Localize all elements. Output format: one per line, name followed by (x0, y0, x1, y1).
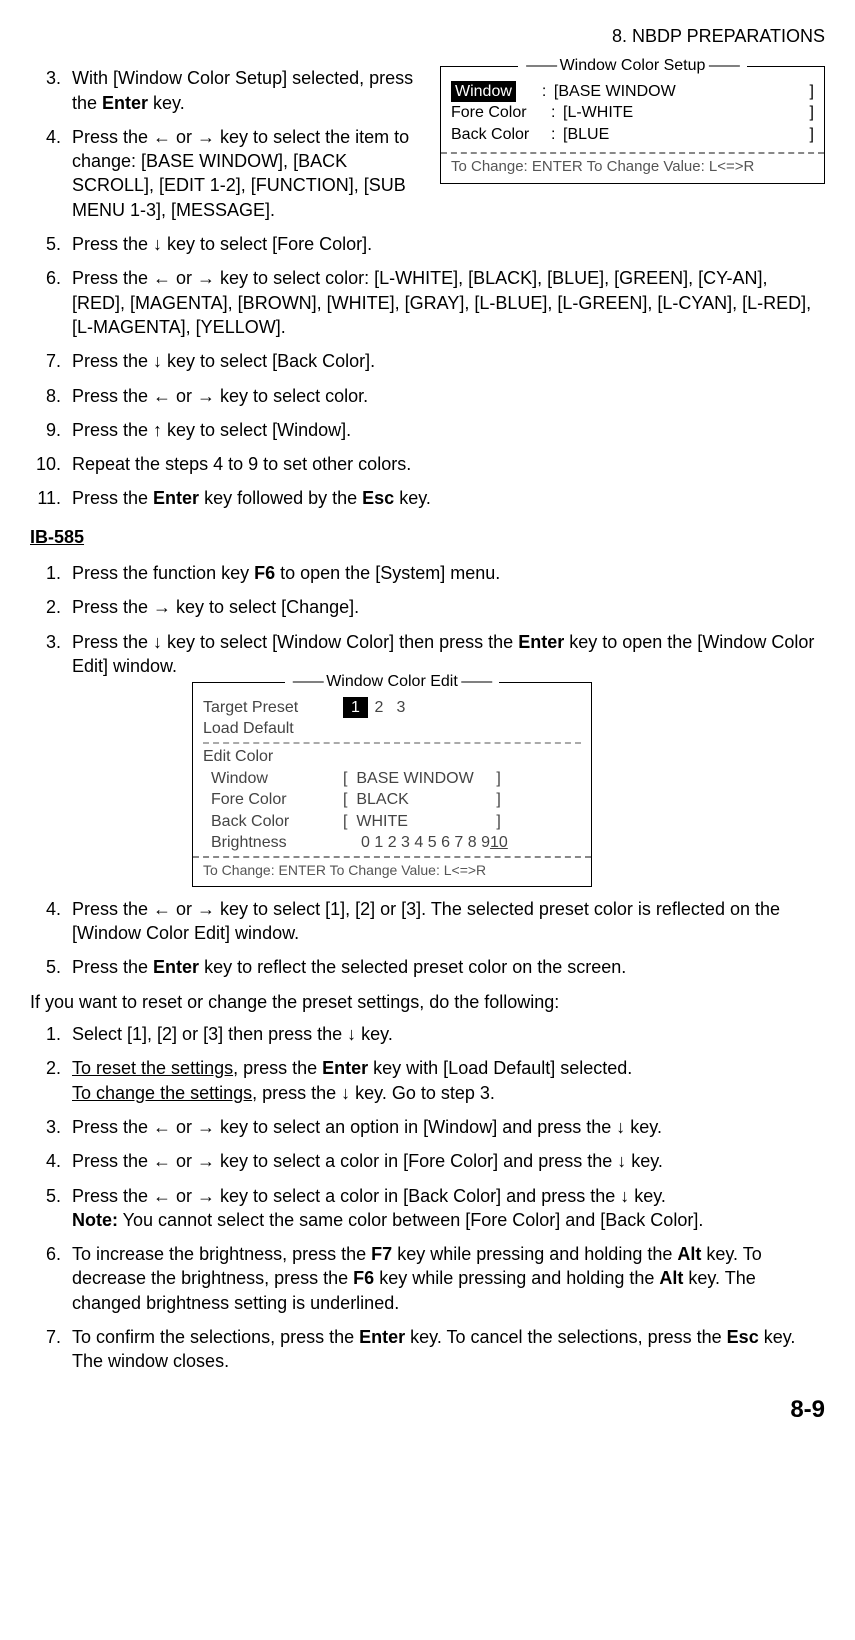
c-step-1: Select [1], [2] or [3] then press the ↓ … (66, 1022, 825, 1046)
fig2-back: Back Color (211, 811, 343, 833)
fig1-window-label: Window (451, 81, 516, 103)
fig1-fore-value: L-WHITE (567, 102, 804, 124)
b-step-3: Press the ↓ key to select [Window Color]… (66, 630, 825, 887)
fig2-load-default: Load Default (203, 718, 294, 740)
c-step-4: Press the ← or → key to select a color i… (66, 1149, 825, 1173)
fig2-title: Window Color Edit (285, 673, 500, 690)
fig1-window-value: BASE WINDOW (558, 81, 804, 103)
fig2-footer: To Change: ENTER To Change Value: L<=>R (193, 856, 591, 886)
fig2-target-preset: Target Preset (203, 697, 343, 719)
procedure-list-b: Press the function key F6 to open the [S… (30, 561, 825, 980)
step-7: Press the ↓ key to select [Back Color]. (66, 349, 825, 373)
procedure-list-c: Select [1], [2] or [3] then press the ↓ … (30, 1022, 825, 1374)
fig1-fore-label: Fore Color (451, 102, 551, 124)
figure-window-color-setup: Window Color Setup Window :[ BASE WINDOW… (440, 66, 825, 184)
step-5: Press the ↓ key to select [Fore Color]. (66, 232, 825, 256)
step-8: Press the ← or → key to select color. (66, 384, 825, 408)
fig2-edit-color: Edit Color (203, 746, 273, 768)
step-10: Repeat the steps 4 to 9 to set other col… (66, 452, 825, 476)
c-step-7: To confirm the selections, press the Ent… (66, 1325, 825, 1374)
page-number: 8-9 (30, 1394, 825, 1426)
c-step-2: To reset the settings, press the Enter k… (66, 1056, 825, 1105)
heading-ib585: IB-585 (30, 525, 825, 549)
b-step-5: Press the Enter key to reflect the selec… (66, 955, 825, 979)
c-step-6: To increase the brightness, press the F7… (66, 1242, 825, 1315)
fig2-preset-3: 3 (390, 697, 412, 719)
step-9: Press the ↑ key to select [Window]. (66, 418, 825, 442)
c-step-3: Press the ← or → key to select an option… (66, 1115, 825, 1139)
figure-title: Window Color Setup (518, 57, 747, 74)
step-6: Press the ← or → key to select color: [L… (66, 266, 825, 339)
c-step-5: Press the ← or → key to select a color i… (66, 1184, 825, 1233)
b-step-2: Press the → key to select [Change]. (66, 595, 825, 619)
fig2-preset-2: 2 (368, 697, 390, 719)
note-preset: If you want to reset or change the prese… (30, 990, 825, 1014)
b-step-4: Press the ← or → key to select [1], [2] … (66, 897, 825, 946)
fig1-back-value: BLUE (567, 124, 804, 146)
fig2-brightness: Brightness (211, 832, 361, 854)
b-step-1: Press the function key F6 to open the [S… (66, 561, 825, 585)
fig1-footer: To Change: ENTER To Change Value: L<=>R (441, 152, 824, 183)
fig2-preset-1: 1 (343, 697, 368, 719)
fig1-back-label: Back Color (451, 124, 551, 146)
fig2-window: Window (211, 768, 343, 790)
fig2-fore: Fore Color (211, 789, 343, 811)
step-11: Press the Enter key followed by the Esc … (66, 486, 825, 510)
page-header: 8. NBDP PREPARATIONS (30, 24, 825, 48)
figure-window-color-edit: Window Color Edit Target Preset 1 2 3 Lo… (192, 682, 592, 887)
